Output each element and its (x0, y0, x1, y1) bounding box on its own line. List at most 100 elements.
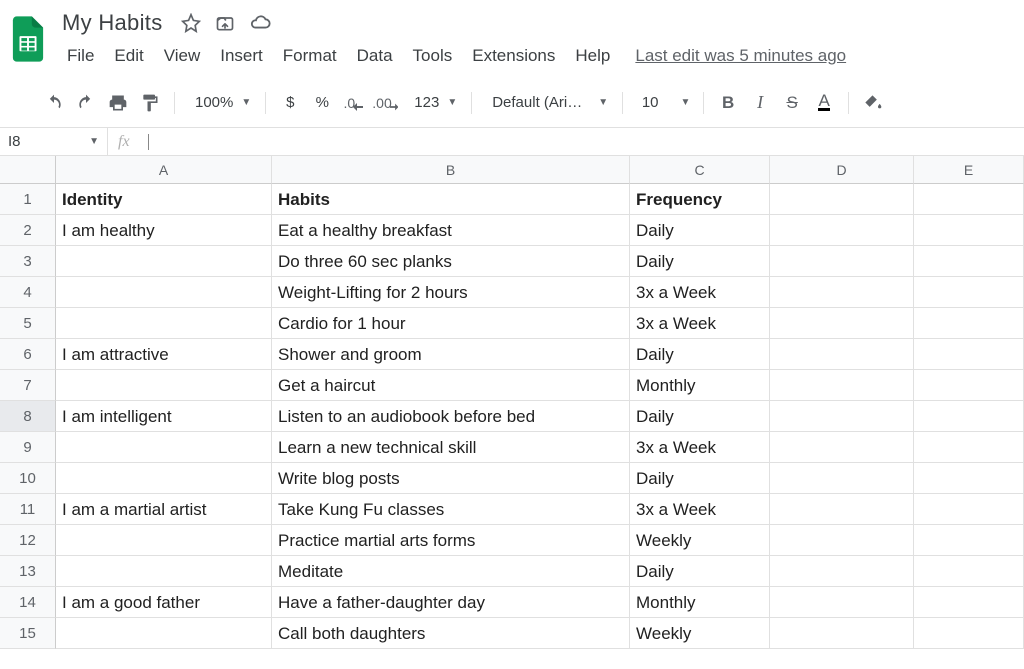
cell[interactable] (770, 432, 914, 463)
cell[interactable] (770, 556, 914, 587)
cell[interactable] (770, 463, 914, 494)
cell[interactable]: I am attractive (56, 339, 272, 370)
cell[interactable]: Practice martial arts forms (272, 525, 630, 556)
cell[interactable]: I am a good father (56, 587, 272, 618)
cell[interactable] (914, 494, 1024, 525)
cell[interactable]: 3x a Week (630, 277, 770, 308)
cell[interactable]: Learn a new technical skill (272, 432, 630, 463)
cell[interactable]: Cardio for 1 hour (272, 308, 630, 339)
cell[interactable]: I am intelligent (56, 401, 272, 432)
cell[interactable]: Monthly (630, 370, 770, 401)
cell[interactable] (770, 370, 914, 401)
cell[interactable] (914, 370, 1024, 401)
cell[interactable]: Call both daughters (272, 618, 630, 649)
italic-button[interactable]: I (746, 89, 774, 117)
cell[interactable]: Weekly (630, 618, 770, 649)
cell[interactable]: Weight-Lifting for 2 hours (272, 277, 630, 308)
fill-color-icon[interactable] (859, 89, 887, 117)
cell[interactable] (914, 308, 1024, 339)
menu-format[interactable]: Format (274, 42, 346, 70)
row-header[interactable]: 6 (0, 339, 56, 370)
row-header[interactable]: 14 (0, 587, 56, 618)
cell[interactable]: Frequency (630, 184, 770, 215)
row-header[interactable]: 9 (0, 432, 56, 463)
paint-format-icon[interactable] (136, 89, 164, 117)
cell[interactable] (770, 246, 914, 277)
redo-icon[interactable] (72, 89, 100, 117)
cell[interactable]: Take Kung Fu classes (272, 494, 630, 525)
cell[interactable]: Have a father-daughter day (272, 587, 630, 618)
last-edit-link[interactable]: Last edit was 5 minutes ago (635, 46, 846, 66)
decrease-decimal-icon[interactable]: .0 (340, 89, 368, 117)
cell[interactable] (914, 432, 1024, 463)
cell[interactable] (770, 494, 914, 525)
cell[interactable] (770, 215, 914, 246)
row-header[interactable]: 5 (0, 308, 56, 339)
cell[interactable]: Write blog posts (272, 463, 630, 494)
cell[interactable] (56, 618, 272, 649)
cell[interactable] (914, 277, 1024, 308)
increase-decimal-icon[interactable]: .00 (372, 89, 400, 117)
cell[interactable] (56, 525, 272, 556)
cell[interactable]: Daily (630, 215, 770, 246)
cloud-status-icon[interactable] (249, 12, 271, 34)
cell[interactable] (914, 618, 1024, 649)
cell[interactable] (914, 556, 1024, 587)
cell[interactable]: Daily (630, 463, 770, 494)
cell[interactable] (914, 246, 1024, 277)
cell[interactable] (56, 463, 272, 494)
strikethrough-button[interactable]: S (778, 89, 806, 117)
col-header-C[interactable]: C (630, 156, 770, 184)
select-all-corner[interactable] (0, 156, 56, 184)
row-header[interactable]: 1 (0, 184, 56, 215)
move-icon[interactable] (215, 13, 235, 33)
cell[interactable]: Identity (56, 184, 272, 215)
cell[interactable] (770, 184, 914, 215)
cell[interactable] (770, 308, 914, 339)
menu-data[interactable]: Data (348, 42, 402, 70)
cell[interactable] (914, 184, 1024, 215)
cell[interactable]: Daily (630, 339, 770, 370)
row-header[interactable]: 2 (0, 215, 56, 246)
cell[interactable] (770, 277, 914, 308)
cell[interactable]: Daily (630, 401, 770, 432)
cell[interactable] (770, 525, 914, 556)
col-header-D[interactable]: D (770, 156, 914, 184)
spreadsheet-grid[interactable]: ABCDE1IdentityHabitsFrequency2I am healt… (0, 156, 1024, 649)
menu-view[interactable]: View (155, 42, 210, 70)
menu-help[interactable]: Help (566, 42, 619, 70)
row-header[interactable]: 12 (0, 525, 56, 556)
cell[interactable]: Daily (630, 246, 770, 277)
cell[interactable]: Shower and groom (272, 339, 630, 370)
cell[interactable]: 3x a Week (630, 308, 770, 339)
cell[interactable] (914, 587, 1024, 618)
row-header[interactable]: 8 (0, 401, 56, 432)
col-header-E[interactable]: E (914, 156, 1024, 184)
cell[interactable]: I am a martial artist (56, 494, 272, 525)
cell[interactable]: Get a haircut (272, 370, 630, 401)
percent-format-button[interactable]: % (308, 89, 336, 117)
cell[interactable] (56, 246, 272, 277)
cell[interactable] (56, 556, 272, 587)
undo-icon[interactable] (40, 89, 68, 117)
menu-file[interactable]: File (58, 42, 103, 70)
menu-tools[interactable]: Tools (404, 42, 462, 70)
cell[interactable]: 3x a Week (630, 432, 770, 463)
cell[interactable] (56, 308, 272, 339)
font-size-select[interactable]: 10▼ (633, 92, 693, 113)
cell[interactable] (770, 339, 914, 370)
cell[interactable]: Habits (272, 184, 630, 215)
cell[interactable]: Eat a healthy breakfast (272, 215, 630, 246)
row-header[interactable]: 7 (0, 370, 56, 401)
cell[interactable]: Do three 60 sec planks (272, 246, 630, 277)
cell[interactable]: Meditate (272, 556, 630, 587)
cell[interactable] (914, 339, 1024, 370)
row-header[interactable]: 10 (0, 463, 56, 494)
formula-input[interactable] (148, 134, 149, 150)
print-icon[interactable] (104, 89, 132, 117)
cell[interactable] (914, 463, 1024, 494)
cell[interactable] (914, 525, 1024, 556)
cell[interactable] (56, 370, 272, 401)
row-header[interactable]: 15 (0, 618, 56, 649)
row-header[interactable]: 4 (0, 277, 56, 308)
